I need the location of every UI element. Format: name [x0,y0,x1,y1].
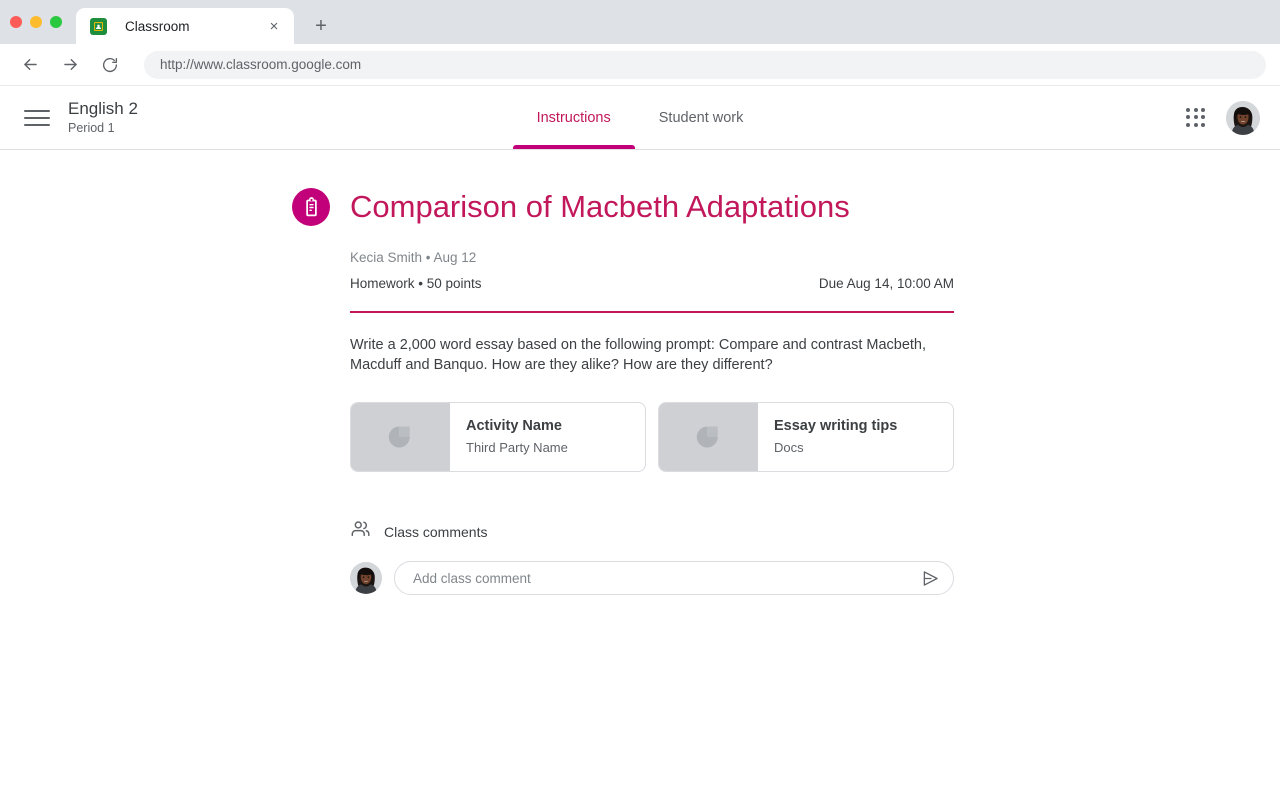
forward-arrow-icon[interactable] [54,49,86,81]
browser-chrome: Classroom × + http://www.classroom.googl… [0,0,1280,86]
tab-title: Classroom [125,18,190,34]
comment-input-container[interactable] [394,561,954,595]
assignment-header: Comparison of Macbeth Adaptations [292,188,954,226]
attachment-title: Essay writing tips [774,418,898,434]
header-tabs: Instructions Student work [0,86,1280,149]
assignment-description: Write a 2,000 word essay based on the fo… [350,337,927,373]
section-divider [350,311,954,313]
attachment-card[interactable]: Essay writing tips Docs [658,402,954,472]
generic-attachment-icon [659,403,758,471]
course-name: English 2 [68,99,138,118]
category-due-row: Homework • 50 points Due Aug 14, 10:00 A… [350,274,954,294]
course-heading[interactable]: English 2 Period 1 [68,98,138,137]
browser-tab[interactable]: Classroom × [76,8,294,44]
attachment-list: Activity Name Third Party Name Essay wri… [350,402,954,472]
classroom-favicon [90,17,107,35]
attachment-card[interactable]: Activity Name Third Party Name [350,402,646,472]
attachment-subtitle: Third Party Name [466,440,568,455]
class-comments-label: Class comments [384,523,488,540]
send-icon[interactable] [917,565,943,591]
tab-instructions[interactable]: Instructions [512,86,635,149]
comment-composer [350,561,954,595]
reload-icon[interactable] [94,49,126,81]
attachment-title: Activity Name [466,418,562,434]
user-avatar[interactable] [1226,100,1260,135]
address-bar[interactable]: http://www.classroom.google.com [144,50,1266,79]
window-controls [10,0,62,44]
comment-user-avatar [350,562,382,594]
tab-student-work[interactable]: Student work [635,86,768,149]
course-section: Period 1 [68,121,115,135]
main-content: Comparison of Macbeth Adaptations Kecia … [0,150,1280,800]
assignment-meta: Kecia Smith • Aug 12 Homework • 50 point… [350,248,954,294]
class-comments-toggle[interactable]: Class comments [350,518,954,545]
comment-input[interactable] [413,570,917,586]
assignment-clipboard-icon [292,188,330,226]
attachment-text: Activity Name Third Party Name [450,403,645,471]
attachment-text: Essay writing tips Docs [758,403,953,471]
close-tab-icon[interactable]: × [264,16,284,36]
back-arrow-icon[interactable] [14,49,46,81]
maximize-window-button[interactable] [50,16,62,28]
browser-titlebar: Classroom × + [0,0,1280,44]
people-icon [350,518,372,545]
close-window-button[interactable] [10,16,22,28]
generic-attachment-icon [351,403,450,471]
new-tab-button[interactable]: + [306,11,336,41]
apps-grid-icon[interactable] [1184,106,1208,130]
category-and-points: Homework • 50 points [350,276,482,291]
header-actions [1184,100,1260,135]
author-and-date: Kecia Smith • Aug 12 [350,250,477,265]
attachment-subtitle: Docs [774,440,804,455]
page-title: Comparison of Macbeth Adaptations [350,189,850,224]
url-text: http://www.classroom.google.com [160,57,362,72]
due-date: Due Aug 14, 10:00 AM [818,276,954,291]
app-header: English 2 Period 1 Instructions Student … [0,86,1280,150]
hamburger-menu-icon[interactable] [24,108,50,128]
assignment-panel: Comparison of Macbeth Adaptations Kecia … [292,150,954,595]
browser-toolbar: http://www.classroom.google.com [0,44,1280,86]
minimize-window-button[interactable] [30,16,42,28]
